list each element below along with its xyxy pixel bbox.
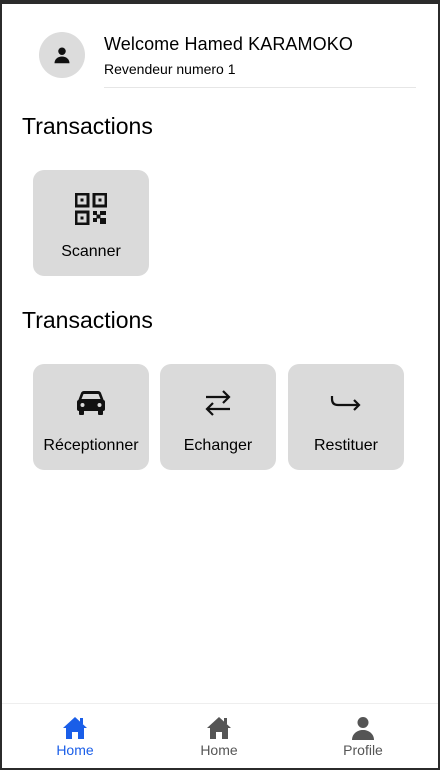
avatar[interactable]	[39, 32, 85, 78]
nav-home-secondary-label: Home	[200, 742, 238, 758]
receptionner-button[interactable]: Réceptionner	[33, 364, 149, 470]
home-icon	[63, 717, 87, 739]
bottom-navigation: Home Home Profile	[2, 703, 438, 768]
nav-home-secondary[interactable]: Home	[169, 716, 269, 758]
nav-profile-label: Profile	[343, 742, 383, 758]
header-divider	[104, 87, 416, 88]
person-icon	[54, 47, 70, 64]
scanner-button[interactable]: Scanner	[33, 170, 149, 276]
restituer-button[interactable]: Restituer	[288, 364, 404, 470]
receptionner-label: Réceptionner	[43, 437, 139, 454]
nav-profile[interactable]: Profile	[313, 716, 413, 758]
welcome-text: Welcome Hamed KARAMOKO	[104, 34, 353, 54]
restituer-label: Restituer	[313, 437, 379, 454]
home-icon	[207, 717, 231, 739]
user-header: Welcome Hamed KARAMOKO Revendeur numero …	[2, 4, 438, 92]
echanger-button[interactable]: Echanger	[160, 364, 276, 470]
nav-home-active[interactable]: Home	[25, 716, 125, 758]
return-arrow-icon	[330, 396, 361, 411]
person-icon	[352, 717, 374, 740]
section-title-transactions-2: Transactions	[22, 307, 153, 333]
echanger-label: Echanger	[183, 437, 253, 454]
nav-home-label: Home	[56, 742, 94, 758]
app-screen: Welcome Hamed KARAMOKO Revendeur numero …	[0, 0, 440, 770]
car-icon	[77, 391, 105, 415]
user-role: Revendeur numero 1	[104, 61, 236, 77]
swap-arrows-icon	[205, 390, 231, 416]
section-title-transactions-1: Transactions	[22, 113, 153, 139]
qr-code-icon	[75, 193, 107, 225]
scanner-label: Scanner	[61, 243, 121, 260]
